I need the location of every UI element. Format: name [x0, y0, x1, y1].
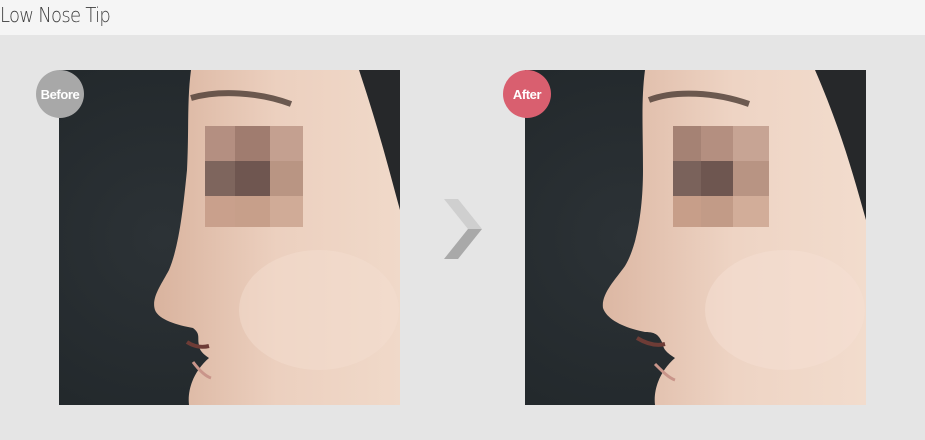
page-title: Low Nose Tip: [0, 3, 111, 27]
before-photo: [59, 70, 400, 405]
header-bar: Low Nose Tip: [0, 0, 925, 35]
after-badge: After: [503, 70, 551, 118]
before-badge: Before: [36, 70, 84, 118]
chevron-right-icon: [440, 195, 488, 265]
after-photo: [525, 70, 866, 405]
